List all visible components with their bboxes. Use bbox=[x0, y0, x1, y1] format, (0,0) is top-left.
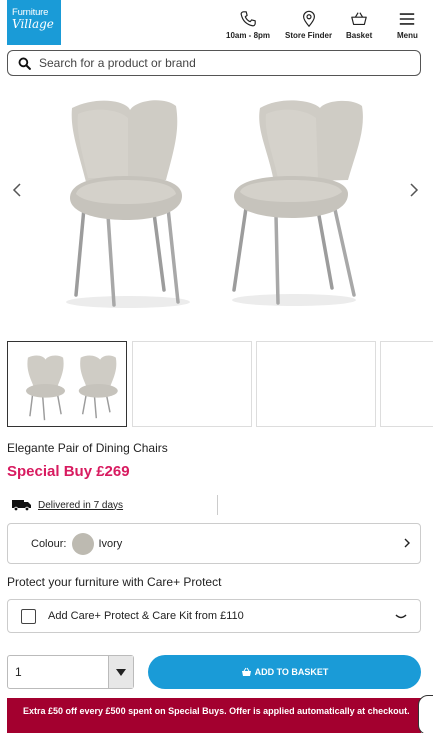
logo-line-2: Village bbox=[12, 17, 54, 31]
thumbnail-image bbox=[25, 355, 118, 421]
chevron-left-icon bbox=[12, 183, 21, 197]
previous-image-button[interactable] bbox=[9, 180, 25, 200]
thumbnail-4[interactable] bbox=[380, 341, 433, 427]
menu-label: Menu bbox=[397, 31, 418, 40]
hamburger-icon bbox=[400, 13, 415, 25]
basket-link[interactable]: Basket bbox=[346, 10, 372, 40]
phone-icon bbox=[240, 11, 256, 27]
thumbnail-3[interactable] bbox=[256, 341, 376, 427]
colour-swatch bbox=[72, 532, 95, 555]
store-finder-link[interactable]: Store Finder bbox=[285, 10, 332, 40]
chevron-right-icon bbox=[410, 183, 419, 197]
promo-banner: Extra £50 off every £500 spent on Specia… bbox=[7, 698, 421, 733]
basket-icon bbox=[241, 667, 251, 676]
care-protect-option[interactable]: Add Care+ Protect & Care Kit from £110 bbox=[7, 599, 421, 633]
thumbnail-2[interactable] bbox=[132, 341, 252, 427]
thumbnail-1[interactable] bbox=[7, 341, 127, 427]
product-price: Special Buy £269 bbox=[7, 463, 130, 480]
delivery-info: Delivered in 7 days bbox=[12, 495, 218, 515]
product-image-carousel[interactable] bbox=[0, 84, 433, 316]
opening-hours-link[interactable]: 10am - 8pm bbox=[226, 10, 270, 40]
delivery-time-link[interactable]: Delivered in 7 days bbox=[38, 500, 123, 511]
care-protect-checkbox[interactable] bbox=[21, 608, 36, 624]
product-title: Elegante Pair of Dining Chairs bbox=[7, 441, 168, 455]
delivery-truck-icon bbox=[12, 500, 31, 511]
colour-label: Colour: bbox=[31, 537, 67, 550]
colour-selector[interactable]: Colour: Ivory bbox=[7, 523, 421, 564]
thumbnail-strip bbox=[7, 341, 433, 427]
menu-button[interactable]: Menu bbox=[397, 10, 418, 40]
add-to-basket-button[interactable]: ADD TO BASKET bbox=[148, 655, 421, 689]
care-protect-heading: Protect your furniture with Care+ Protec… bbox=[7, 575, 222, 589]
basket-icon bbox=[351, 12, 367, 25]
location-pin-icon bbox=[302, 10, 315, 28]
search-bar[interactable] bbox=[7, 50, 421, 76]
quantity-dropdown-button[interactable] bbox=[108, 656, 133, 688]
colour-value: Ivory bbox=[98, 537, 123, 550]
side-tab[interactable] bbox=[418, 695, 433, 733]
chevron-right-icon bbox=[404, 538, 410, 548]
basket-label: Basket bbox=[346, 31, 373, 40]
care-protect-label: Add Care+ Protect & Care Kit from £110 bbox=[48, 610, 244, 622]
search-icon bbox=[18, 57, 31, 70]
furniture-village-logo[interactable]: Furniture Village bbox=[7, 0, 61, 45]
store-finder-label: Store Finder bbox=[285, 31, 333, 40]
add-to-basket-label: ADD TO BASKET bbox=[254, 667, 329, 677]
chevron-down-icon bbox=[395, 614, 407, 619]
quantity-select[interactable]: 1 bbox=[7, 655, 134, 689]
product-main-image bbox=[66, 100, 363, 308]
opening-hours-label: 10am - 8pm bbox=[226, 31, 271, 40]
caret-down-icon bbox=[116, 668, 126, 676]
quantity-value: 1 bbox=[15, 665, 22, 679]
search-input[interactable] bbox=[39, 56, 399, 70]
site-header: Furniture Village 10am - 8pm Store Finde… bbox=[0, 0, 433, 48]
next-image-button[interactable] bbox=[406, 180, 422, 200]
